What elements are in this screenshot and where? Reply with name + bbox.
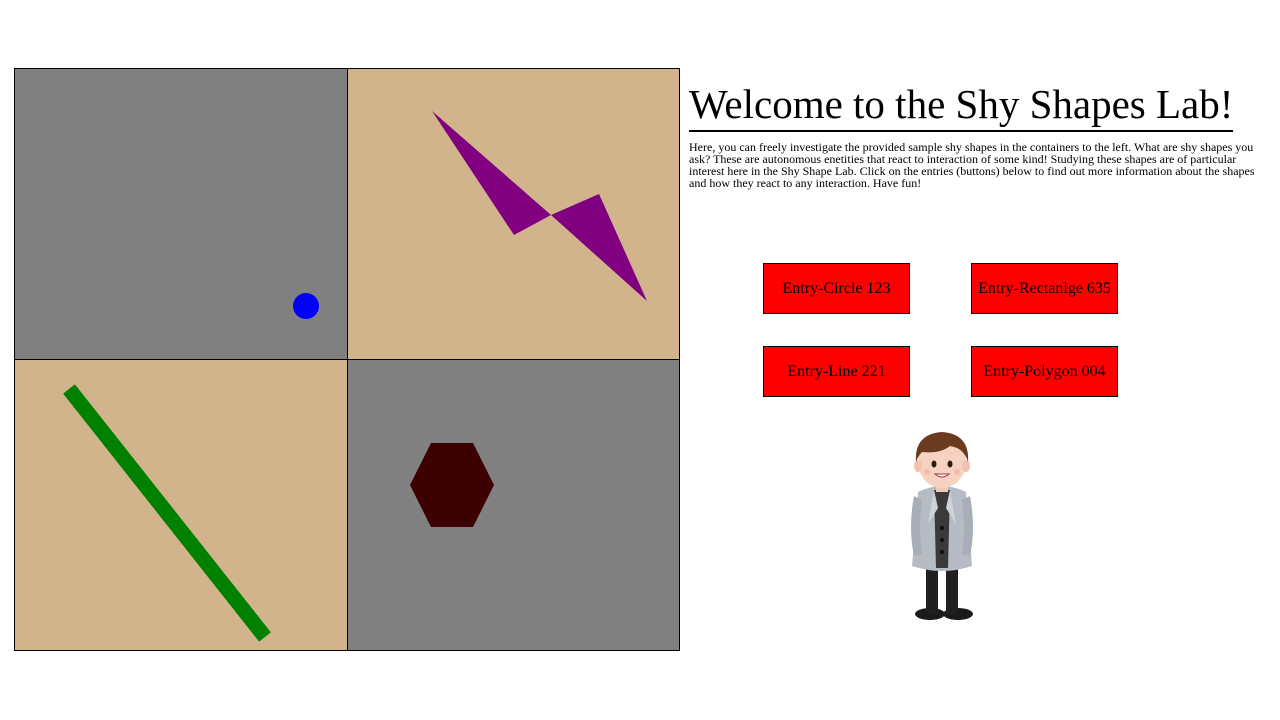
entry-polygon-button[interactable]: Entry-Polygon 004 <box>971 346 1118 397</box>
container-bottom-left-canvas <box>15 360 347 650</box>
entry-line-button[interactable]: Entry-Line 221 <box>763 346 910 397</box>
shy-circle[interactable] <box>293 293 319 319</box>
container-bottom-right <box>348 360 679 650</box>
container-top-right-canvas <box>348 69 679 359</box>
container-top-right <box>348 69 679 360</box>
container-bottom-left <box>15 360 348 650</box>
page-title: Welcome to the Shy Shapes Lab! <box>689 78 1234 132</box>
intro-paragraph: Here, you can freely investigate the pro… <box>689 140 1255 190</box>
container-bottom-right-canvas <box>348 360 679 650</box>
container-top-left <box>15 69 348 360</box>
shape-containers-grid <box>14 68 680 651</box>
scientist-mascot-icon <box>900 428 984 624</box>
entry-circle-button[interactable]: Entry-Circle 123 <box>763 263 910 314</box>
container-top-left-canvas <box>15 69 347 359</box>
entry-rectangle-button[interactable]: Entry-Rectanlge 635 <box>971 263 1118 314</box>
